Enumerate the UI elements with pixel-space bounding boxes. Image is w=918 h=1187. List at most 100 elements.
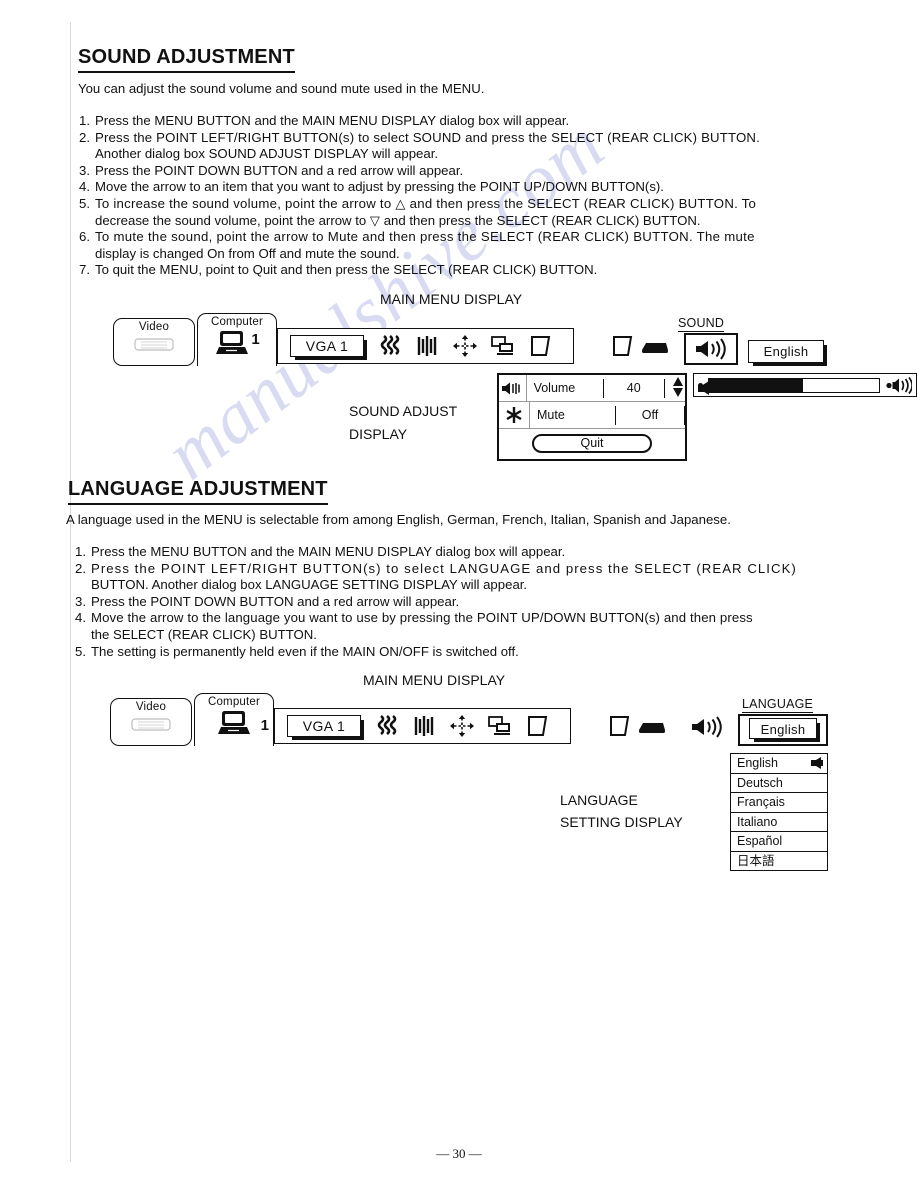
step-number: 1. bbox=[79, 113, 90, 128]
computer-icon bbox=[216, 331, 249, 354]
selection-pointer-arrow bbox=[698, 381, 711, 395]
speaker-icon[interactable] bbox=[688, 714, 726, 740]
position-icon[interactable] bbox=[443, 714, 481, 738]
step-line: To mute the sound, point the arrow to Mu… bbox=[95, 229, 755, 245]
keystone-icon[interactable] bbox=[519, 714, 557, 738]
mute-value[interactable]: Off bbox=[615, 405, 685, 425]
step-body: Press the POINT DOWN BUTTON and a red ar… bbox=[91, 594, 882, 611]
language-option-label: Español bbox=[737, 834, 783, 848]
no-show-icon[interactable] bbox=[639, 336, 671, 360]
step-line: the SELECT (REAR CLICK) BUTTON. bbox=[91, 626, 317, 642]
vga-source-button[interactable]: VGA 1 bbox=[290, 335, 367, 360]
step-line: Press the POINT LEFT/RIGHT BUTTON(s) to … bbox=[95, 129, 760, 145]
language-option-label: Italiano bbox=[737, 814, 778, 829]
dialog-row-mute[interactable]: Mute Off bbox=[499, 402, 685, 429]
list-item: 1. Press the MENU BUTTON and the MAIN ME… bbox=[66, 544, 882, 561]
volume-spinner[interactable] bbox=[671, 377, 685, 398]
screen-image-icon[interactable] bbox=[484, 334, 522, 358]
language-menu-button-label: English bbox=[763, 344, 809, 359]
blank-screen-icon[interactable] bbox=[608, 332, 638, 360]
tab-computer[interactable]: Computer 1 bbox=[197, 313, 277, 366]
step-line: Press the POINT LEFT/RIGHT BUTTON(s) to … bbox=[91, 560, 797, 576]
mute-asterisk-icon bbox=[499, 402, 530, 428]
dialog-row-volume[interactable]: Volume 40 bbox=[499, 375, 711, 402]
language-option-label: English bbox=[737, 756, 778, 770]
quit-button[interactable]: Quit bbox=[532, 434, 652, 453]
language-adjustment-intro: A language used in the MENU is selectabl… bbox=[66, 512, 731, 527]
page-number: — 30 — bbox=[436, 1146, 482, 1161]
step-number: 1. bbox=[75, 544, 86, 559]
step-number: 5. bbox=[79, 195, 90, 211]
language-section-label: LANGUAGE bbox=[742, 697, 814, 713]
step-line: BUTTON. Another dialog box LANGUAGE SETT… bbox=[91, 577, 528, 593]
list-item-espanol[interactable]: Español bbox=[731, 832, 827, 852]
step-line: To increase the sound volume, point the … bbox=[95, 195, 757, 211]
sound-adjust-display-caption-line2: DISPLAY bbox=[349, 426, 408, 442]
speaker-icon bbox=[499, 375, 527, 401]
language-option-label: Deutsch bbox=[737, 775, 783, 790]
list-item-deutsch[interactable]: Deutsch bbox=[731, 774, 827, 793]
step-body: Press the POINT LEFT/RIGHT BUTTON(s) to … bbox=[91, 561, 882, 594]
list-item: 3. Press the POINT DOWN BUTTON and a red… bbox=[70, 163, 882, 180]
step-line: Move the arrow to the language you want … bbox=[91, 610, 753, 626]
language-adjustment-steps: 1. Press the MENU BUTTON and the MAIN ME… bbox=[66, 544, 882, 660]
speaker-small-icon bbox=[886, 376, 912, 394]
step-body: Move the arrow to an item that you want … bbox=[95, 179, 882, 196]
step-number: 3. bbox=[79, 162, 90, 178]
volume-level-bar[interactable] bbox=[693, 373, 917, 397]
volume-fill bbox=[709, 378, 803, 392]
selection-pointer-arrow bbox=[811, 757, 823, 770]
blank-screen-icon[interactable] bbox=[605, 712, 635, 740]
step-line: Press the POINT DOWN BUTTON and a red ar… bbox=[91, 593, 460, 609]
step-number: 2. bbox=[75, 560, 86, 576]
step-number: 6. bbox=[79, 229, 90, 245]
language-menu-button[interactable]: English bbox=[748, 340, 827, 366]
step-number: 3. bbox=[75, 593, 86, 609]
language-option-label: Français bbox=[737, 795, 785, 809]
step-line: decrease the sound volume, point the arr… bbox=[95, 212, 701, 228]
quit-button-label: Quit bbox=[580, 436, 604, 450]
step-body: Press the MENU BUTTON and the MAIN MENU … bbox=[91, 544, 882, 561]
tab-computer-label: Computer bbox=[210, 316, 264, 328]
volume-up-arrow[interactable] bbox=[672, 377, 683, 386]
sound-adjust-dialog: Volume 40 Mute Off Quit bbox=[497, 373, 711, 461]
step-line: The setting is permanently held even if … bbox=[91, 643, 519, 659]
list-item-italiano[interactable]: Italiano bbox=[731, 813, 827, 832]
sound-adjust-display-caption-line1: SOUND ADJUST bbox=[349, 403, 458, 419]
language-setting-list: English Deutsch Français Italiano Españo… bbox=[730, 753, 828, 871]
selected-language-button[interactable]: English bbox=[749, 717, 820, 742]
fine-sync-icon[interactable] bbox=[374, 334, 410, 358]
list-item-english[interactable]: English bbox=[731, 754, 827, 774]
step-body: To mute the sound, point the arrow to Mu… bbox=[95, 229, 882, 262]
tab-video[interactable]: Video bbox=[113, 318, 195, 366]
screen-image-icon[interactable] bbox=[481, 714, 519, 738]
step-line: display is changed On from Off and mute … bbox=[95, 245, 400, 261]
step-number: 2. bbox=[79, 129, 90, 145]
tab-video-label: Video bbox=[138, 321, 170, 333]
volume-value[interactable]: 40 bbox=[602, 378, 665, 398]
step-body: Press the POINT DOWN BUTTON and a red ar… bbox=[95, 163, 882, 180]
list-item-francais[interactable]: Français bbox=[731, 793, 827, 813]
fine-sync-icon[interactable] bbox=[371, 714, 407, 738]
list-item-japanese[interactable]: 日本語 bbox=[731, 852, 827, 871]
language-menu-item-selected[interactable]: English bbox=[738, 714, 828, 746]
vga-source-button[interactable]: VGA 1 bbox=[287, 715, 364, 740]
tab-video[interactable]: Video bbox=[110, 698, 192, 746]
list-item: 1. Press the MENU BUTTON and the MAIN ME… bbox=[70, 113, 882, 130]
step-line: To quit the MENU, point to Quit and then… bbox=[95, 262, 598, 278]
volume-down-arrow[interactable] bbox=[672, 388, 683, 397]
step-line: Move the arrow to an item that you want … bbox=[95, 179, 664, 195]
sound-adjustment-intro: You can adjust the sound volume and soun… bbox=[78, 81, 485, 96]
language-setting-display-caption-line1: LANGUAGE bbox=[560, 792, 638, 808]
position-icon[interactable] bbox=[446, 334, 484, 358]
total-dots-icon[interactable] bbox=[410, 334, 446, 358]
selected-language-label: English bbox=[760, 721, 806, 737]
volume-track[interactable] bbox=[708, 377, 880, 393]
total-dots-icon[interactable] bbox=[407, 714, 443, 738]
sound-menu-item-selected[interactable] bbox=[684, 333, 738, 365]
no-show-icon[interactable] bbox=[636, 716, 668, 740]
step-body: Move the arrow to the language you want … bbox=[91, 610, 882, 643]
keystone-icon[interactable] bbox=[522, 334, 560, 358]
step-line: Another dialog box SOUND ADJUST DISPLAY … bbox=[95, 146, 439, 162]
tab-computer[interactable]: Computer 1 bbox=[194, 693, 274, 746]
